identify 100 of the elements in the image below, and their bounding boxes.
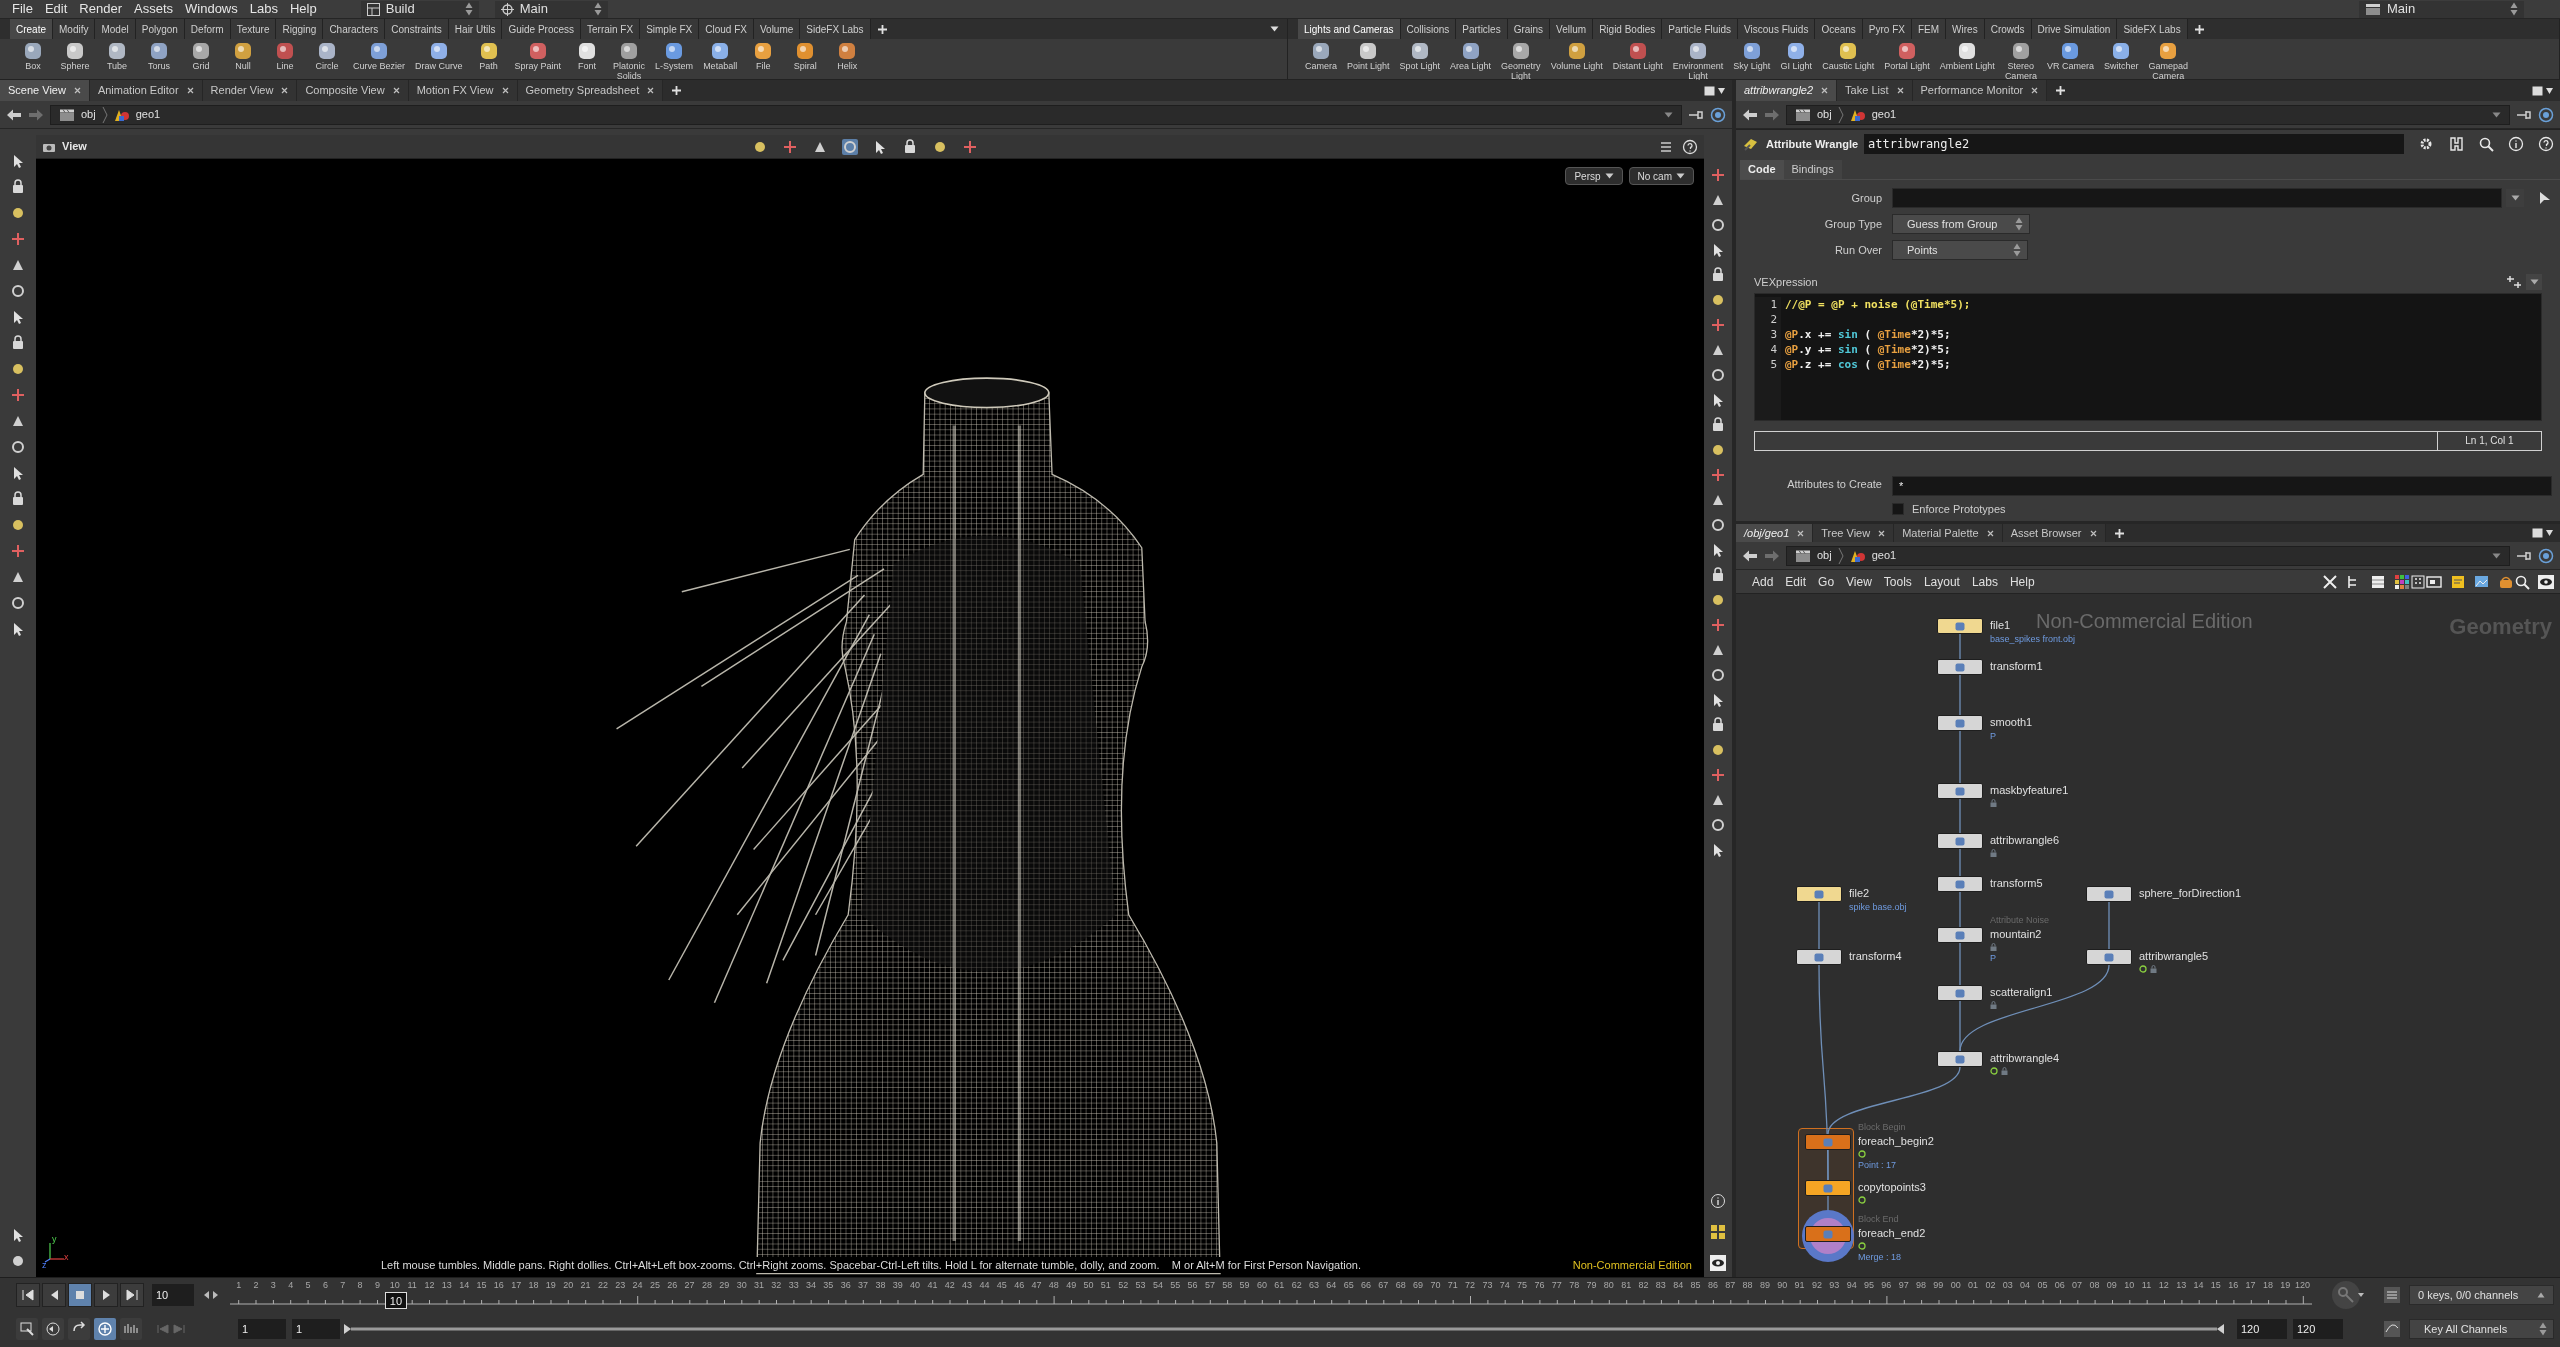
shelf-tab[interactable]: SideFX Labs	[2117, 19, 2188, 39]
shelf-tab[interactable]: Crowds	[1984, 19, 2032, 39]
shelf-tool-button[interactable]: Camera	[1302, 41, 1340, 71]
pane-tab[interactable]: Motion FX View	[408, 80, 518, 101]
current-frame-field[interactable]: 10	[152, 1284, 194, 1306]
lock-icon[interactable]	[1710, 417, 1726, 433]
range-end-field[interactable]: 120	[2237, 1319, 2287, 1339]
shelf-tab[interactable]: Pyro FX	[1862, 19, 1912, 39]
network-node[interactable]	[1937, 927, 1983, 943]
pane-tab[interactable]: /obj/geo1	[1736, 524, 1814, 542]
grid-icon[interactable]	[1710, 1224, 1726, 1240]
close-icon[interactable]	[2031, 87, 2039, 94]
shelf-tab[interactable]: Rigging	[276, 19, 324, 39]
shelf-tab[interactable]: Lights and Cameras	[1298, 19, 1401, 39]
info-icon[interactable]	[2508, 136, 2524, 152]
add-parameter-icon[interactable]	[2506, 275, 2522, 290]
lock-icon[interactable]	[1710, 267, 1726, 283]
shelf-tab[interactable]: Deform	[184, 19, 231, 39]
lock-icon[interactable]	[1710, 717, 1726, 733]
menu-item[interactable]: File	[6, 0, 39, 19]
cross-icon[interactable]	[1710, 617, 1726, 633]
parameter-tab[interactable]: Code	[1740, 160, 1784, 179]
path-segment[interactable]: obj	[81, 106, 96, 123]
range-slider-track[interactable]	[344, 1323, 2224, 1335]
cross-icon[interactable]	[1710, 317, 1726, 333]
shelf-tab[interactable]: Modify	[53, 19, 96, 39]
back-arrow-icon[interactable]	[1742, 107, 1758, 122]
wrench-icon[interactable]	[2322, 573, 2338, 590]
transport-button[interactable]	[68, 1283, 92, 1307]
shelf-tab[interactable]: Drive Simulation	[2031, 19, 2118, 39]
shelf-tab[interactable]: Volume	[753, 19, 801, 39]
playback-option-button[interactable]	[16, 1318, 38, 1340]
back-arrow-icon[interactable]	[1742, 548, 1758, 563]
shelf-tab[interactable]: SideFX Labs	[800, 19, 871, 39]
ring-icon[interactable]	[1710, 517, 1726, 533]
menu-item[interactable]: Help	[283, 0, 323, 19]
target-icon[interactable]	[2538, 106, 2554, 123]
shelf-tab[interactable]: Grains	[1507, 19, 1551, 39]
shelf-tool-button[interactable]: Font	[568, 41, 607, 71]
menu-item[interactable]: Labs	[1965, 572, 2004, 591]
network-node[interactable]	[1937, 833, 1983, 849]
menu-item[interactable]: Go	[1812, 572, 1841, 591]
menu-item[interactable]: Edit	[38, 0, 74, 19]
shelf-tool-button[interactable]: GI Light	[1777, 41, 1816, 71]
close-icon[interactable]	[1821, 87, 1829, 94]
shelf-tab[interactable]: Wires	[1946, 19, 1985, 39]
menu-item[interactable]: Windows	[179, 0, 244, 19]
shelf-tool-button[interactable]: Sphere	[56, 41, 94, 71]
shelf-tool-button[interactable]: Box	[14, 41, 52, 71]
shelf-tab[interactable]: Vellum	[1550, 19, 1594, 39]
shelf-tool-button[interactable]: Distant Light	[1609, 41, 1666, 71]
shelf-tool-button[interactable]: Null	[224, 41, 262, 71]
list-icon[interactable]	[2370, 573, 2386, 590]
info-icon[interactable]	[1710, 1193, 1726, 1209]
ring-icon[interactable]	[1710, 817, 1726, 833]
shelf-tool-button[interactable]: Spray Paint	[511, 41, 565, 71]
sun-icon[interactable]	[10, 1253, 26, 1269]
plus-icon[interactable]	[2113, 527, 2125, 539]
menu-item[interactable]: Edit	[1779, 572, 1813, 591]
shelf-tool-button[interactable]: Curve Bezier	[350, 41, 409, 71]
shelf-tool-button[interactable]: Platonic Solids	[610, 41, 649, 81]
menu-item[interactable]: View	[1840, 572, 1878, 591]
shelf-tool-button[interactable]: Gamepad Camera	[2145, 41, 2191, 81]
help-icon[interactable]	[2538, 136, 2554, 152]
network-node[interactable]	[1937, 618, 1983, 634]
lock-icon[interactable]	[1710, 567, 1726, 583]
network-node[interactable]	[1796, 949, 1842, 965]
path-segment[interactable]: obj	[1817, 547, 1832, 564]
perspective-menu-button[interactable]: Persp	[1565, 167, 1623, 185]
shelf-tool-button[interactable]: Spiral	[786, 41, 825, 71]
enforce-prototypes-checkbox[interactable]	[1892, 502, 1904, 515]
network-node[interactable]	[1937, 659, 1983, 675]
lock-icon[interactable]	[10, 179, 26, 195]
shelf-tool-button[interactable]: L-System	[652, 41, 697, 71]
close-icon[interactable]	[647, 87, 655, 94]
network-box-icon[interactable]	[2426, 573, 2442, 590]
pane-tab[interactable]: attribwrangle2	[1736, 80, 1838, 101]
shelf-tool-button[interactable]: Caustic Light	[1819, 41, 1878, 71]
attributes-field[interactable]: *	[1892, 475, 2552, 496]
timeline-ruler[interactable]	[230, 1295, 2312, 1305]
shelf-tool-button[interactable]: Line	[266, 41, 304, 71]
transport-button[interactable]	[16, 1283, 40, 1307]
ring-icon[interactable]	[1710, 217, 1726, 233]
network-node[interactable]	[1805, 1226, 1851, 1242]
shelf-tab[interactable]: Polygon	[135, 19, 185, 39]
lock-icon[interactable]	[10, 335, 26, 351]
menu-item[interactable]: Tools	[1877, 572, 1918, 591]
help-card-icon[interactable]	[2448, 136, 2464, 152]
shelf-tool-button[interactable]: Helix	[828, 41, 867, 71]
network-node[interactable]	[1937, 985, 1983, 1001]
plus-icon[interactable]	[876, 23, 888, 35]
group-type-dropdown[interactable]: Guess from Group	[1892, 214, 2030, 234]
shelf-tab[interactable]: Create	[10, 19, 53, 39]
close-icon[interactable]	[186, 87, 194, 94]
playback-option-button[interactable]	[94, 1318, 116, 1340]
ring-icon[interactable]	[1710, 667, 1726, 683]
shelf-tab[interactable]: FEM	[1912, 19, 1947, 39]
help-icon[interactable]	[1682, 138, 1698, 155]
shelf-tab[interactable]: Oceans	[1815, 19, 1863, 39]
end-frame-field[interactable]: 120	[2293, 1319, 2343, 1339]
